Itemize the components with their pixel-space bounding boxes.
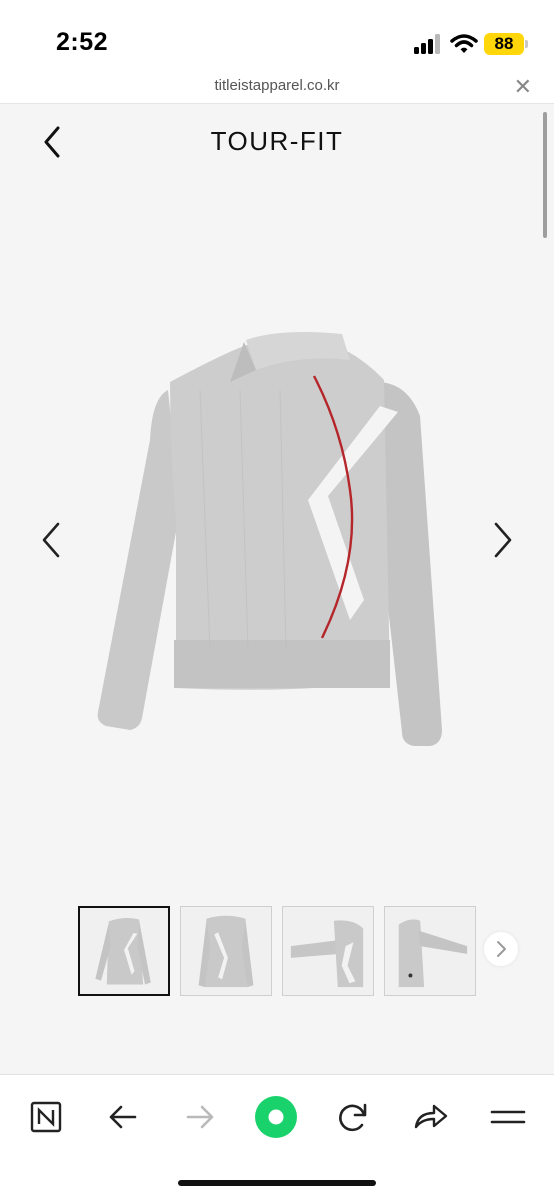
home-indicator[interactable] [178, 1180, 376, 1186]
naver-n-icon[interactable] [24, 1095, 68, 1139]
forward-arrow-icon [178, 1095, 222, 1139]
battery-indicator: 88 [484, 33, 524, 55]
menu-icon[interactable] [486, 1095, 530, 1139]
reload-icon[interactable] [331, 1095, 375, 1139]
close-icon[interactable]: ✕ [514, 74, 532, 100]
chevron-right-icon[interactable] [484, 518, 518, 562]
status-bar: 2:52 88 [0, 0, 554, 70]
share-icon[interactable] [408, 1095, 452, 1139]
url-bar[interactable]: titleistapparel.co.kr ✕ [0, 70, 554, 104]
back-arrow-icon[interactable] [101, 1095, 145, 1139]
battery-tip [525, 40, 528, 48]
green-dot-icon[interactable] [254, 1095, 298, 1139]
chevron-right-icon[interactable] [484, 932, 518, 966]
url-text[interactable]: titleistapparel.co.kr [0, 77, 554, 94]
product-image[interactable] [80, 320, 460, 760]
status-time: 2:52 [56, 28, 109, 56]
page-title: TOUR-FIT [210, 126, 344, 156]
thumbnail-front[interactable] [78, 906, 170, 996]
wifi-icon [450, 34, 478, 53]
cellular-signal-icon [414, 34, 442, 54]
thumbnail-back[interactable] [180, 906, 272, 996]
thumbnail-side-arm[interactable] [282, 906, 374, 996]
thumbnail-side[interactable] [384, 906, 476, 996]
chevron-left-icon[interactable] [36, 518, 70, 562]
